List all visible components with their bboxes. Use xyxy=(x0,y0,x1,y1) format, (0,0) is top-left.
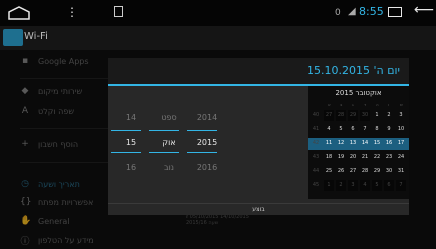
calendar-day[interactable]: 1 xyxy=(372,110,382,121)
calendar-week-row: 44 25 26 27 28 29 30 31 xyxy=(308,166,409,178)
calendar-week-row: 45 1 2 3 4 5 6 7 xyxy=(308,180,409,192)
calendar-day[interactable]: 18 xyxy=(324,152,334,163)
weekday-label: ד xyxy=(364,102,367,107)
spinner-divider xyxy=(187,130,217,131)
spinner-divider xyxy=(187,152,217,153)
calendar-day[interactable]: 11 xyxy=(324,138,334,149)
calendar-day[interactable]: 6 xyxy=(348,124,358,135)
action-bar: Wi-Fi xyxy=(0,26,436,50)
wifi-status-icon: 0 xyxy=(335,8,341,18)
dialog-header: 15.10.2015 'יום ה xyxy=(108,58,409,84)
week-number: 42 xyxy=(312,140,320,146)
calendar-week-row: 43 18 19 20 21 22 23 24 xyxy=(308,152,409,164)
status-clock: 8:55 xyxy=(359,5,384,18)
calendar-day[interactable]: 3 xyxy=(348,180,358,191)
calendar-day[interactable]: 10 xyxy=(396,124,406,135)
calendar-day[interactable]: 31 xyxy=(396,166,406,177)
calendar-day[interactable]: 24 xyxy=(396,152,406,163)
calendar-day[interactable]: 9 xyxy=(384,124,394,135)
spinner-value: 14 xyxy=(125,113,137,122)
week-number: 41 xyxy=(312,126,320,132)
calendar-day[interactable]: 8 xyxy=(372,124,382,135)
calendar-day[interactable]: 14 xyxy=(360,138,370,149)
home-icon[interactable] xyxy=(8,6,30,20)
calendar-day[interactable]: 12 xyxy=(336,138,346,149)
calendar-week-row: 42 11 12 13 14 15 16 17 xyxy=(308,138,409,150)
calendar-day[interactable]: 29 xyxy=(372,166,382,177)
calendar-day[interactable]: 29 xyxy=(348,110,358,121)
calendar-day[interactable]: 5 xyxy=(372,180,382,191)
spinner-divider xyxy=(111,130,141,131)
calendar-day[interactable]: 6 xyxy=(384,180,394,191)
action-bar-title: Wi-Fi xyxy=(24,31,48,42)
calendar-view[interactable]: אוקטובר 2015 א ב ג ד ה ו ש 40 27 28 29 30 1 2 3… xyxy=(308,86,409,199)
week-number: 45 xyxy=(312,182,320,188)
calendar-day[interactable]: 15 xyxy=(372,138,382,149)
calendar-day[interactable]: 4 xyxy=(324,124,334,135)
calendar-day[interactable]: 30 xyxy=(360,110,370,121)
spinner-value: 16 xyxy=(125,163,137,172)
spinner-value: 2016 xyxy=(196,163,218,172)
spinner-value: נוב xyxy=(163,163,174,172)
calendar-day[interactable]: 1 xyxy=(324,180,334,191)
week-number: 40 xyxy=(312,112,320,118)
weekday-label: ש xyxy=(400,102,403,107)
done-button[interactable]: בוצע xyxy=(108,204,409,215)
calendar-day[interactable]: 7 xyxy=(396,180,406,191)
spinner-divider xyxy=(111,152,141,153)
calendar-day[interactable]: 4 xyxy=(360,180,370,191)
week-number: 44 xyxy=(312,168,320,174)
date-picker-dialog: 15.10.2015 'יום ה 14 15 16 ספט אוק נוב 2… xyxy=(108,58,409,215)
image-notification-icon xyxy=(114,6,123,17)
status-bar: ⋮ 0 ◢ 8:55 ⟵ xyxy=(0,0,436,26)
weekday-label: ו xyxy=(388,102,390,107)
year-spinner[interactable]: 2014 2015 2016 xyxy=(192,103,218,193)
spinner-value: 2015 xyxy=(196,138,218,147)
calendar-day[interactable]: 27 xyxy=(348,166,358,177)
calendar-week-row: 41 4 5 6 7 8 9 10 xyxy=(308,124,409,136)
day-spinner[interactable]: 14 15 16 xyxy=(116,103,142,193)
calendar-week-row: 40 27 28 29 30 1 2 3 xyxy=(308,110,409,122)
wifi-settings-icon xyxy=(3,29,23,46)
calendar-day[interactable]: 2 xyxy=(384,110,394,121)
spinner-value: ספט xyxy=(161,113,177,122)
calendar-day[interactable]: 3 xyxy=(396,110,406,121)
calendar-day[interactable]: 20 xyxy=(348,152,358,163)
calendar-day[interactable]: 28 xyxy=(336,110,346,121)
spinner-value: אוק xyxy=(162,138,176,147)
calendar-day[interactable]: 7 xyxy=(360,124,370,135)
calendar-day[interactable]: 30 xyxy=(384,166,394,177)
calendar-day[interactable]: 28 xyxy=(360,166,370,177)
calendar-day[interactable]: 17 xyxy=(396,138,406,149)
calendar-day[interactable]: 23 xyxy=(384,152,394,163)
weekday-label: ב xyxy=(340,102,343,107)
calendar-day[interactable]: 2 xyxy=(336,180,346,191)
calendar-weekday-row: א ב ג ד ה ו ש xyxy=(308,100,409,110)
calendar-month-header: אוקטובר 2015 xyxy=(335,89,382,97)
back-icon[interactable]: ⟵ xyxy=(414,3,434,17)
calendar-day[interactable]: 26 xyxy=(336,166,346,177)
weekday-label: ג xyxy=(352,102,354,107)
calendar-day[interactable]: 13 xyxy=(348,138,358,149)
recent-apps-icon[interactable] xyxy=(388,7,402,17)
calendar-day[interactable]: 19 xyxy=(336,152,346,163)
calendar-day[interactable]: 27 xyxy=(324,110,334,121)
spinner-value: 2014 xyxy=(196,113,218,122)
weekday-label: א xyxy=(328,102,331,107)
dialog-title: 15.10.2015 'יום ה xyxy=(307,64,400,77)
weekday-label: ה xyxy=(376,102,379,107)
calendar-day[interactable]: 22 xyxy=(372,152,382,163)
spinner-value: 15 xyxy=(125,138,137,147)
signal-icon: ◢ xyxy=(348,6,356,17)
calendar-day[interactable]: 5 xyxy=(336,124,346,135)
calendar-day[interactable]: 21 xyxy=(360,152,370,163)
spinner-divider xyxy=(149,152,179,153)
calendar-day[interactable]: 25 xyxy=(324,166,334,177)
week-number: 43 xyxy=(312,154,320,160)
overflow-menu-icon[interactable]: ⋮ xyxy=(66,5,78,19)
spinner-divider xyxy=(149,130,179,131)
calendar-day[interactable]: 16 xyxy=(384,138,394,149)
month-spinner[interactable]: ספט אוק נוב xyxy=(154,103,180,193)
